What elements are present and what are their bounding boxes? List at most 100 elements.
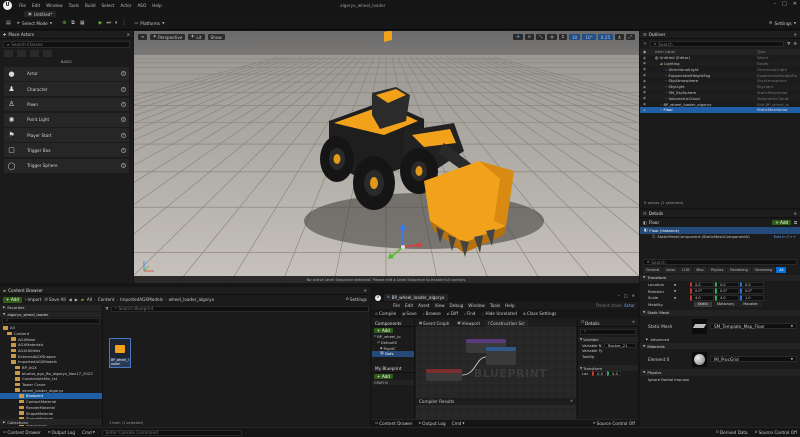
skip-forward-icon[interactable]: ⏭ [106, 20, 111, 26]
close-icon[interactable]: ✕ [632, 294, 635, 298]
rotation-z-input[interactable]: 0.0° [740, 288, 765, 294]
outliner-row[interactable]: ◉ ◦ SM_SkySphere StaticMeshActor [640, 90, 800, 96]
perspective-button[interactable]: ◈ Perspective [150, 34, 186, 40]
show-button[interactable]: Show [207, 34, 225, 40]
chevron-down-icon[interactable]: ▼ [674, 283, 676, 287]
filter-icon[interactable]: ⧩ [105, 306, 109, 311]
platforms-dropdown[interactable]: ▭ Platforms ▼ [134, 21, 164, 26]
eye-icon[interactable]: ◉ [643, 56, 651, 60]
mobility-option[interactable]: Static [694, 301, 712, 308]
asset-search[interactable]: ⌕ Search Blueprint [110, 305, 369, 312]
close-icon[interactable]: ✕ [570, 399, 573, 404]
output-log-button[interactable]: ≡ Output Log [48, 430, 75, 435]
graphs-category[interactable]: GRAPHS [372, 379, 414, 386]
category-lights-icon[interactable] [30, 50, 39, 57]
menu-item[interactable]: Edit [32, 3, 40, 8]
menu-item[interactable]: ASO [137, 3, 146, 8]
blueprint-tab[interactable]: ⧉ BP_wheel_loader_algoryx [384, 294, 448, 301]
content-settings-button[interactable]: ⚙ Settings [346, 297, 367, 302]
graph-canvas[interactable]: BLUEPRINT Compiler Results ✕ [416, 327, 576, 427]
outliner-row[interactable]: ◉ ◦ BP_wheel_loader_algoryx Edit BP_wheel_… [640, 101, 800, 107]
level-viewport[interactable]: ≡ ◈ Perspective ◐ Lit Show ✥ ⟳ ⤡ ◍ ⌗ 10 … [134, 31, 639, 283]
breadcrumb-item[interactable]: Content [98, 297, 115, 302]
breadcrumb-item[interactable]: ImportedAGXModels [120, 297, 163, 302]
surface-snap[interactable]: ⌗ [558, 34, 568, 40]
edit-cpp-link[interactable]: Edit in C++ [774, 234, 796, 239]
mobility-option[interactable]: Stationary [712, 301, 739, 308]
category-basic-icon[interactable] [17, 50, 26, 57]
favorites-row[interactable]: ▶ Favorites [0, 305, 102, 311]
static-mesh-section[interactable]: ▼ Static Mesh [640, 309, 800, 317]
outliner-row[interactable]: ◉ ◦ SkyAtmosphere SkyAtmosphere [640, 78, 800, 84]
instance-row[interactable]: ◧ Floor (Instance) [640, 227, 800, 234]
translate-tool[interactable]: ✥ [513, 34, 523, 40]
bp-content-drawer[interactable]: ▭ Content Drawer [375, 421, 412, 426]
blueprint-menu-item[interactable]: Debug [450, 303, 464, 308]
advanced-row[interactable]: ▶ Advanced [640, 336, 800, 343]
save-icon[interactable]: ▤ [6, 20, 11, 26]
scale-snap[interactable]: 0.25 [597, 34, 614, 40]
blueprint-toolbar-button[interactable]: ⚙ Class Settings [523, 311, 557, 316]
play-icon[interactable]: ▶ [99, 20, 103, 26]
blueprint-menu-item[interactable]: Tools [490, 303, 500, 308]
project-row[interactable]: ▼ algoryx_wheel_loader [0, 311, 102, 318]
outliner-row[interactable]: ◉ ◦ SkyLight SkyLight [640, 83, 800, 90]
help-icon[interactable]: ? [121, 163, 126, 169]
breadcrumb-item[interactable]: All [87, 297, 92, 302]
place-actors-search[interactable]: ⌕ Search Classes [3, 41, 130, 48]
construction-script-tab[interactable]: ƒ Construction Scr [485, 320, 529, 327]
outliner-row[interactable]: ◉ ◦ Floor StaticMeshActor [640, 106, 800, 113]
outliner-row[interactable]: ◉ ◍ Untitled (Editor) World [640, 55, 800, 61]
components-tab[interactable]: Components [375, 321, 402, 326]
rotation-x-input[interactable]: 0.0° [690, 288, 715, 294]
parent-class-value[interactable]: Actor [624, 303, 635, 308]
eye-icon[interactable]: ◉ [643, 73, 651, 77]
filter-tab[interactable]: Actor [663, 267, 679, 273]
outliner-search[interactable]: ⌕ Search [650, 41, 784, 47]
type-column[interactable]: Type [757, 49, 797, 54]
outliner-row[interactable]: ◉ ◦ DirectionalLight DirectionalLight [640, 66, 800, 72]
filter-tab[interactable]: Rendering [727, 267, 751, 273]
chevron-down-icon[interactable]: ▼ [674, 296, 676, 300]
help-icon[interactable]: ? [121, 86, 126, 92]
details-tab[interactable]: Details [649, 211, 664, 216]
filter-tab[interactable]: Physics [707, 267, 727, 273]
blueprint-icon[interactable]: ⧉ [794, 220, 797, 225]
select-mode-dropdown[interactable]: ➤ Select Mode ▼ [17, 21, 52, 26]
material-picker[interactable]: MI_ProcGrid ▼ [710, 356, 797, 363]
settings-dropdown[interactable]: ⚙ Settings ▼ [769, 21, 796, 26]
physics-section[interactable]: ▼ Physics [640, 369, 800, 377]
details-search[interactable]: ⌕ Search [643, 259, 797, 266]
help-icon[interactable]: ? [121, 132, 126, 138]
outliner-row[interactable]: ◉ ◦ ExponentialHeightFog ExponentialHeight… [640, 72, 800, 78]
content-drawer-button[interactable]: ▭ Content Drawer [3, 430, 41, 435]
actor-item[interactable]: ● Actor? [4, 67, 129, 81]
source-control-button[interactable]: ⊘ Source Control Off [755, 430, 797, 435]
menu-item[interactable]: Actor [120, 3, 131, 8]
derived-data-button[interactable]: ⛁ Derived Data [716, 430, 748, 435]
add-component-button[interactable]: + Add [772, 219, 792, 226]
close-icon[interactable]: ✕ [794, 211, 797, 216]
menu-item[interactable]: File [19, 3, 26, 8]
content-browser-tab[interactable]: Content Browser [8, 288, 43, 293]
outliner-tab[interactable]: Outliner [649, 32, 666, 37]
rotation-snap[interactable]: 10° [582, 34, 596, 40]
blueprint-menu-item[interactable]: Asset [418, 303, 429, 308]
scale-x-input[interactable]: 4.0 [690, 295, 715, 301]
maximize-icon[interactable]: □ [624, 294, 628, 298]
console-input[interactable]: Enter Console Command [101, 429, 242, 436]
blueprint-menu-item[interactable]: View [435, 303, 445, 308]
my-blueprint-add-button[interactable]: + Add [374, 373, 393, 379]
pause-icon[interactable]: ⏸ [115, 20, 118, 26]
actor-item[interactable]: ▢ Trigger Box? [4, 143, 129, 158]
variable-name-input[interactable]: Rocker_21 [604, 342, 636, 348]
filter-tab[interactable]: General [643, 267, 663, 273]
minimize-icon[interactable]: – [774, 2, 777, 7]
location-x-input[interactable]: 0.0 [690, 281, 715, 288]
compiler-results-tab[interactable]: Compiler Results [419, 399, 454, 404]
add-icon[interactable]: ＋ [643, 42, 647, 46]
static-mesh-picker[interactable]: SM_Template_Map_Floor ▼ [710, 323, 797, 330]
eye-icon[interactable]: ◉ [643, 67, 651, 71]
filter-tab[interactable]: LOD [679, 267, 693, 273]
maximize-viewport[interactable]: ⤢ [625, 34, 635, 40]
